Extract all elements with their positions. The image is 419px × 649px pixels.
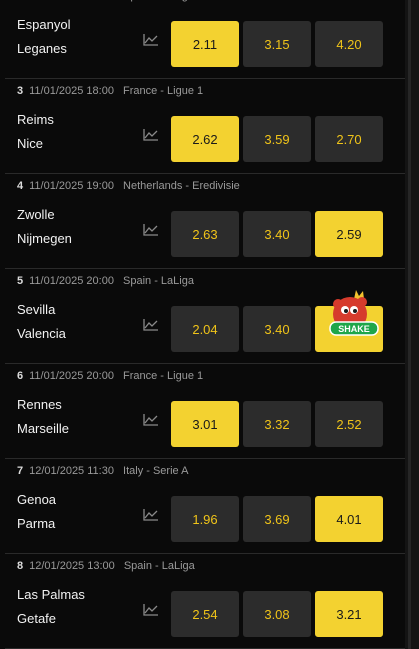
stats-chart-icon[interactable] — [143, 414, 159, 426]
betslip-screen: 2 11/01/2025 17:00 Spain - LaLiga Espanyol… — [0, 0, 419, 649]
away-team: Nice — [17, 136, 44, 151]
match-meta: 8 12/01/2025 13:00 Spain - LaLiga — [17, 560, 195, 572]
odds-button-home[interactable]: 2.63 — [171, 211, 239, 257]
home-team: Sevilla — [17, 302, 56, 317]
match-datetime: 12/01/2025 13:00 — [29, 560, 115, 572]
meta-spacer — [117, 275, 120, 287]
away-team: Parma — [17, 516, 56, 531]
away-team: Getafe — [17, 611, 57, 626]
shake-badge[interactable]: SHAKE — [326, 288, 386, 342]
match-league: Spain - LaLiga — [123, 560, 195, 572]
meta-spacer — [118, 560, 121, 572]
match-row: 6 11/01/2025 20:00 France - Ligue 1 Rennes… — [5, 364, 405, 459]
shake-label: SHAKE — [338, 324, 370, 334]
stats-chart-icon[interactable] — [143, 34, 159, 46]
match-number: 7 — [17, 465, 24, 477]
match-datetime: 11/01/2025 20:00 — [29, 370, 114, 382]
odds-button-away[interactable]: 2.70 — [315, 116, 383, 162]
home-team: Zwolle — [17, 207, 55, 222]
shake-mascot-icon: SHAKE — [329, 290, 379, 336]
match-league: France - Ligue 1 — [123, 370, 204, 382]
stats-chart-icon[interactable] — [143, 224, 159, 236]
meta-spacer — [117, 180, 120, 192]
match-number: 4 — [17, 180, 24, 192]
scroll-edge — [405, 0, 419, 649]
stats-chart-icon[interactable] — [143, 319, 159, 331]
match-number: 3 — [17, 85, 24, 97]
match-meta: 3 11/01/2025 18:00 France - Ligue 1 — [17, 85, 203, 97]
match-row: 2 11/01/2025 17:00 Spain - LaLiga Espanyol… — [5, 0, 405, 79]
match-datetime: 11/01/2025 19:00 — [29, 180, 114, 192]
match-meta: 6 11/01/2025 20:00 France - Ligue 1 — [17, 370, 203, 382]
odds-button-home[interactable]: 1.96 — [171, 496, 239, 542]
odds-button-draw[interactable]: 3.15 — [243, 21, 311, 67]
odds-button-away[interactable]: 3.21 — [315, 591, 383, 637]
odds-button-home[interactable]: 2.11 — [171, 21, 239, 67]
scrollbar-track[interactable] — [408, 0, 411, 649]
odds-button-away[interactable]: 2.52 — [315, 401, 383, 447]
match-league: Spain - LaLiga — [123, 0, 194, 2]
stats-chart-icon[interactable] — [143, 604, 159, 616]
away-team: Valencia — [17, 326, 66, 341]
match-datetime: 12/01/2025 11:30 — [29, 465, 114, 477]
odds-button-draw[interactable]: 3.59 — [243, 116, 311, 162]
match-meta: 2 11/01/2025 17:00 Spain - LaLiga — [17, 0, 194, 2]
odds-button-draw[interactable]: 3.40 — [243, 211, 311, 257]
match-league: France - Ligue 1 — [123, 85, 204, 97]
stats-chart-icon[interactable] — [143, 129, 159, 141]
odds-button-home[interactable]: 2.62 — [171, 116, 239, 162]
odds-button-away[interactable]: 4.01 — [315, 496, 383, 542]
meta-spacer — [117, 0, 120, 2]
meta-spacer — [117, 85, 120, 97]
match-league: Spain - LaLiga — [123, 275, 194, 287]
odds-button-draw[interactable]: 3.08 — [243, 591, 311, 637]
home-team: Las Palmas — [17, 587, 85, 602]
match-row: 4 11/01/2025 19:00 Netherlands - Eredivis… — [5, 174, 405, 269]
match-meta: 7 12/01/2025 11:30 Italy - Serie A — [17, 465, 188, 477]
away-team: Leganes — [17, 41, 67, 56]
odds-button-draw[interactable]: 3.32 — [243, 401, 311, 447]
meta-spacer — [117, 465, 120, 477]
odds-button-home[interactable]: 2.54 — [171, 591, 239, 637]
home-team: Espanyol — [17, 17, 71, 32]
odds-button-home[interactable]: 3.01 — [171, 401, 239, 447]
odds-button-home[interactable]: 2.04 — [171, 306, 239, 352]
stats-chart-icon[interactable] — [143, 509, 159, 521]
match-meta: 4 11/01/2025 19:00 Netherlands - Eredivis… — [17, 180, 240, 192]
match-row: 3 11/01/2025 18:00 France - Ligue 1 Reims N… — [5, 79, 405, 174]
match-datetime: 11/01/2025 20:00 — [29, 275, 114, 287]
match-number: 2 — [17, 0, 23, 2]
match-datetime: 11/01/2025 17:00 — [29, 0, 114, 2]
meta-spacer — [117, 370, 120, 382]
home-team: Rennes — [17, 397, 62, 412]
odds-button-draw[interactable]: 3.69 — [243, 496, 311, 542]
match-league: Netherlands - Eredivisie — [123, 180, 240, 192]
match-meta: 5 11/01/2025 20:00 Spain - LaLiga — [17, 275, 194, 287]
away-team: Nijmegen — [17, 231, 72, 246]
odds-button-draw[interactable]: 3.40 — [243, 306, 311, 352]
match-number: 8 — [17, 560, 24, 572]
match-datetime: 11/01/2025 18:00 — [29, 85, 114, 97]
away-team: Marseille — [17, 421, 70, 436]
odds-button-away[interactable]: 4.20 — [315, 21, 383, 67]
match-number: 6 — [17, 370, 24, 382]
match-number: 5 — [17, 275, 24, 287]
odds-button-away[interactable]: 2.59 — [315, 211, 383, 257]
home-team: Reims — [17, 112, 54, 127]
match-league: Italy - Serie A — [123, 465, 189, 477]
home-team: Genoa — [17, 492, 57, 507]
match-row: 7 12/01/2025 11:30 Italy - Serie A Genoa Pa… — [5, 459, 405, 554]
match-row: 8 12/01/2025 13:00 Spain - LaLiga Las Palm… — [5, 554, 405, 649]
